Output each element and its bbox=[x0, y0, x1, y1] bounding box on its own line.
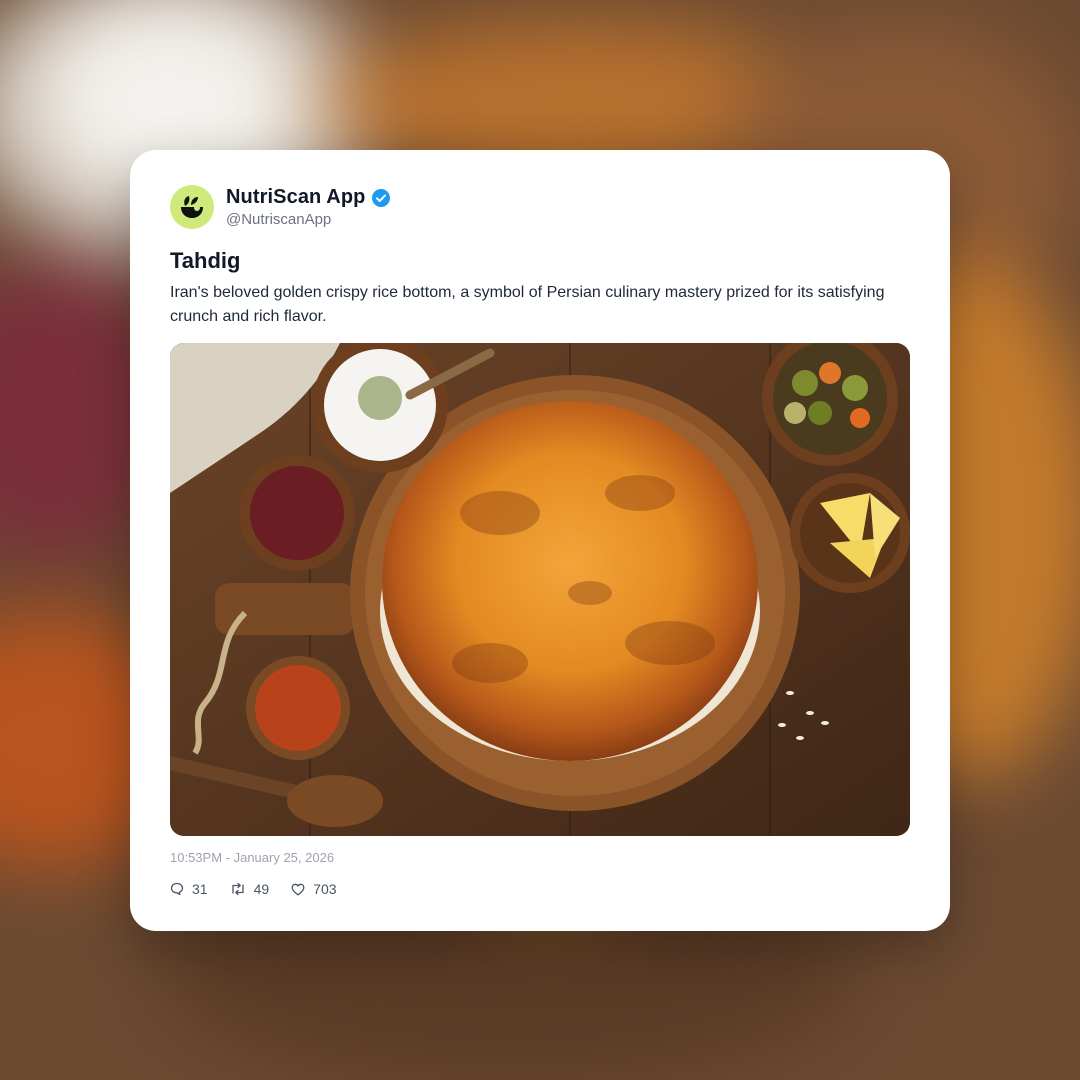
tahdig-photo-icon bbox=[170, 343, 910, 836]
post-body: Iran's beloved golden crispy rice bottom… bbox=[170, 284, 885, 325]
repost-icon bbox=[231, 882, 244, 896]
display-name[interactable]: NutriScan App bbox=[226, 186, 365, 209]
engagement-bar: 31 49 703 bbox=[170, 881, 359, 897]
reply-bubble-icon bbox=[170, 882, 184, 896]
post-timestamp[interactable]: 10:53PM - January 25, 2026 bbox=[170, 850, 334, 865]
reply-count: 31 bbox=[192, 881, 208, 897]
reply-button[interactable]: 31 bbox=[170, 881, 208, 897]
post-image[interactable] bbox=[170, 343, 910, 836]
post-title: Tahdig bbox=[170, 248, 241, 273]
repost-count: 49 bbox=[253, 881, 270, 897]
verified-badge-icon bbox=[372, 188, 391, 207]
like-button[interactable]: 703 bbox=[291, 881, 337, 897]
post-card: NutriScan App @NutriscanApp Tahdig Iran'… bbox=[130, 150, 950, 931]
post-header: NutriScan App @NutriscanApp bbox=[170, 185, 391, 229]
leaf-logo-icon bbox=[181, 196, 203, 218]
avatar[interactable] bbox=[170, 185, 214, 229]
repost-button[interactable]: 49 bbox=[230, 881, 270, 897]
heart-icon bbox=[291, 883, 305, 895]
like-count: 703 bbox=[313, 881, 337, 897]
account-handle[interactable]: @NutriscanApp bbox=[226, 211, 391, 228]
